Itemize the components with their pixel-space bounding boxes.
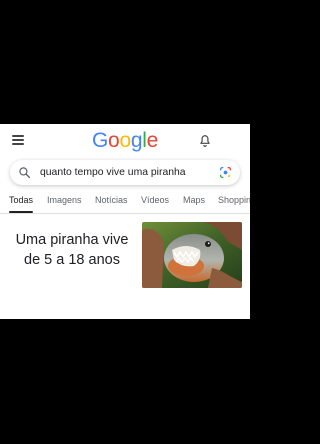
bell-icon[interactable] — [198, 134, 212, 148]
logo-letter: o — [119, 129, 131, 152]
search-bar[interactable]: quanto tempo vive uma piranha — [10, 160, 240, 185]
logo-letter: g — [130, 129, 143, 152]
search-query-text[interactable]: quanto tempo vive uma piranha — [40, 167, 186, 178]
google-lens-icon[interactable] — [219, 166, 232, 179]
tab-noticias[interactable]: Notícias — [95, 195, 128, 205]
tab-maps[interactable]: Maps — [183, 195, 205, 205]
tab-imagens[interactable]: Imagens — [47, 195, 82, 205]
logo-letter: e — [146, 129, 159, 152]
google-search-screen: Google quanto tempo vive uma piranha Tod… — [0, 124, 250, 319]
google-logo[interactable]: Google — [0, 129, 250, 153]
logo-letter: o — [108, 129, 120, 152]
tab-videos[interactable]: Vídeos — [141, 195, 169, 205]
active-tab-indicator — [9, 211, 33, 213]
featured-answer-text: Uma piranha vive de 5 a 18 anos — [15, 232, 129, 268]
tab-shopping[interactable]: Shopping — [218, 195, 250, 205]
top-bar: Google — [0, 124, 250, 160]
search-icon[interactable] — [18, 166, 31, 179]
piranha-photo[interactable] — [142, 222, 242, 288]
search-tabs: Todas Imagens Notícias Vídeos Maps Shopp… — [0, 190, 250, 214]
tab-todas[interactable]: Todas — [9, 195, 33, 205]
logo-letter: G — [92, 129, 109, 152]
